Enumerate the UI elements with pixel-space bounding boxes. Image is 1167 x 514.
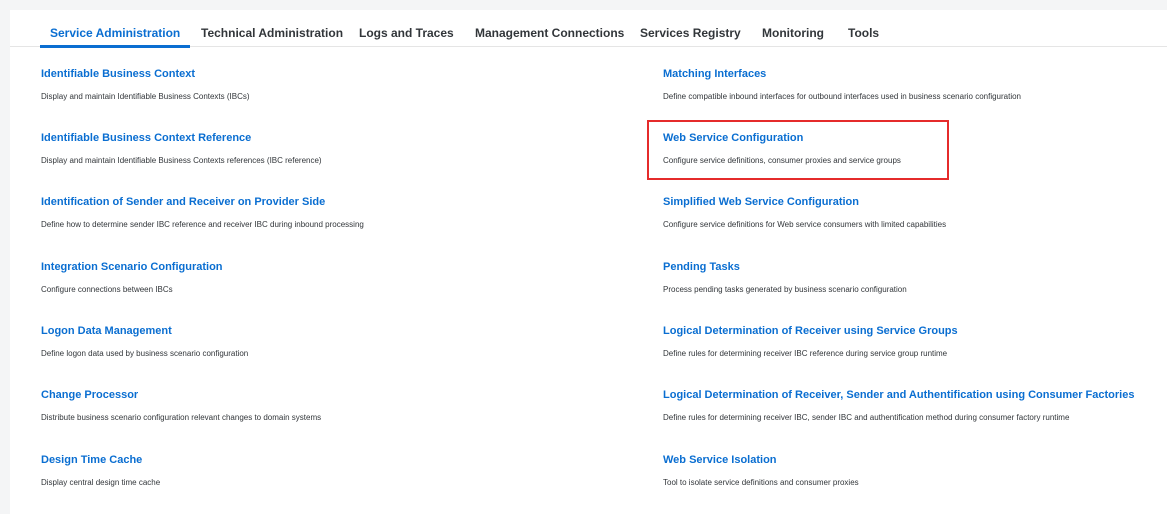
tab-management-connections[interactable]: Management Connections <box>475 26 624 40</box>
entry-description: Define compatible inbound interfaces for… <box>663 92 1021 101</box>
list-item: Logical Determination of Receiver, Sende… <box>663 389 1163 422</box>
list-item: Integration Scenario Configuration Confi… <box>41 261 541 294</box>
list-item: Simplified Web Service Configuration Con… <box>663 196 1163 229</box>
logon-data-management-link[interactable]: Logon Data Management <box>41 325 541 337</box>
change-processor-link[interactable]: Change Processor <box>41 389 541 401</box>
logical-determination-consumer-factories-link[interactable]: Logical Determination of Receiver, Sende… <box>663 389 1163 401</box>
entry-description: Display and maintain Identifiable Busine… <box>41 156 322 165</box>
list-item: Matching Interfaces Define compatible in… <box>663 68 1163 101</box>
integration-scenario-configuration-link[interactable]: Integration Scenario Configuration <box>41 261 541 273</box>
list-item: Identification of Sender and Receiver on… <box>41 196 541 229</box>
entry-description: Tool to isolate service definitions and … <box>663 478 859 487</box>
list-item: Design Time Cache Display central design… <box>41 454 541 487</box>
identification-of-sender-and-receiver-link[interactable]: Identification of Sender and Receiver on… <box>41 196 541 208</box>
entry-description: Configure service definitions for Web se… <box>663 220 947 229</box>
entry-description: Process pending tasks generated by busin… <box>663 285 907 294</box>
identifiable-business-context-reference-link[interactable]: Identifiable Business Context Reference <box>41 132 541 144</box>
tab-service-administration[interactable]: Service Administration <box>39 26 191 48</box>
design-time-cache-link[interactable]: Design Time Cache <box>41 454 541 466</box>
tab-bar: Service Administration Technical Adminis… <box>10 10 1167 48</box>
simplified-web-service-configuration-link[interactable]: Simplified Web Service Configuration <box>663 196 1163 208</box>
entry-description: Define rules for determining receiver IB… <box>663 349 948 358</box>
logical-determination-service-groups-link[interactable]: Logical Determination of Receiver using … <box>663 325 1163 337</box>
identifiable-business-context-link[interactable]: Identifiable Business Context <box>41 68 541 80</box>
tab-services-registry[interactable]: Services Registry <box>640 26 741 40</box>
tab-logs-and-traces[interactable]: Logs and Traces <box>359 26 454 40</box>
pending-tasks-link[interactable]: Pending Tasks <box>663 261 1163 273</box>
tab-monitoring[interactable]: Monitoring <box>762 26 824 40</box>
content-frame: Service Administration Technical Adminis… <box>10 10 1167 514</box>
entry-description: Define how to determine sender IBC refer… <box>41 220 364 229</box>
web-service-isolation-link[interactable]: Web Service Isolation <box>663 454 1163 466</box>
entry-description: Display and maintain Identifiable Busine… <box>41 92 250 101</box>
list-item: Identifiable Business Context Display an… <box>41 68 541 101</box>
list-item: Change Processor Distribute business sce… <box>41 389 541 422</box>
list-item: Web Service Isolation Tool to isolate se… <box>663 454 1163 487</box>
list-item: Pending Tasks Process pending tasks gene… <box>663 261 1163 294</box>
highlight-box <box>647 120 949 180</box>
tab-technical-administration[interactable]: Technical Administration <box>201 26 343 40</box>
entry-description: Distribute business scenario configurati… <box>41 413 322 422</box>
list-item: Logon Data Management Define logon data … <box>41 325 541 358</box>
list-item: Logical Determination of Receiver using … <box>663 325 1163 358</box>
entry-description: Define rules for determining receiver IB… <box>663 413 1070 422</box>
entry-description: Define logon data used by business scena… <box>41 349 249 358</box>
list-item: Identifiable Business Context Reference … <box>41 132 541 165</box>
tab-tools[interactable]: Tools <box>848 26 879 40</box>
entry-description: Display central design time cache <box>41 478 161 487</box>
matching-interfaces-link[interactable]: Matching Interfaces <box>663 68 1163 80</box>
entry-description: Configure connections between IBCs <box>41 285 173 294</box>
